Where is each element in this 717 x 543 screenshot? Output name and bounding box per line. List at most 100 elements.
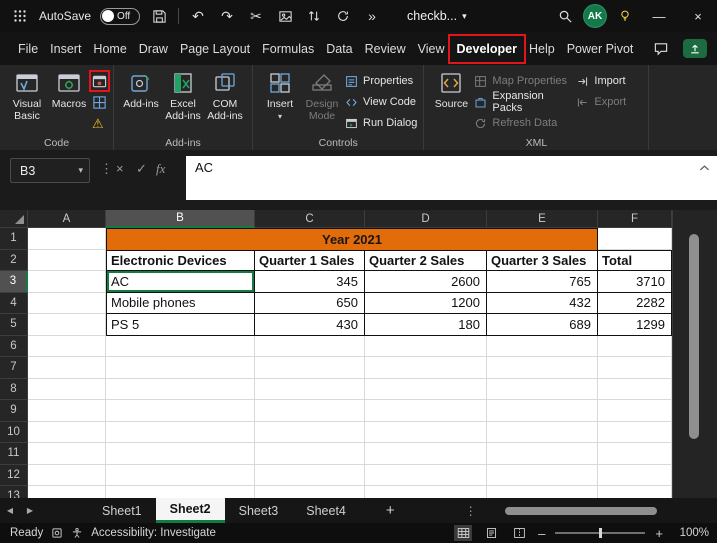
column-header-B[interactable]: B [106,210,255,228]
cell-A10[interactable] [28,422,106,444]
column-header-A[interactable]: A [28,210,106,228]
cell-C7[interactable] [255,357,365,379]
use-relative-references-button[interactable] [92,94,107,110]
cell-B13[interactable] [106,486,255,498]
row-header-1[interactable]: 1 [0,228,28,250]
ribbon-tab-file[interactable]: File [12,37,44,61]
sheet-nav-right-icon[interactable]: ▶ [20,506,40,515]
cell-E8[interactable] [487,379,598,401]
cell-D11[interactable] [365,443,487,465]
row-header-11[interactable]: 11 [0,443,28,465]
row-header-2[interactable]: 2 [0,250,28,272]
import-button[interactable]: Import [576,73,642,89]
horizontal-scrollbar-thumb[interactable] [505,507,657,515]
search-icon[interactable] [555,5,575,27]
map-properties-button[interactable]: Map Properties [474,73,574,89]
sheet-tab-sheet1[interactable]: Sheet1 [88,498,156,523]
cell-D4[interactable]: 1200 [365,293,487,315]
cell-F5[interactable]: 1299 [598,314,672,336]
cell-F8[interactable] [598,379,672,401]
cell-A6[interactable] [28,336,106,358]
addins-group-label[interactable]: Add-ins [114,137,252,149]
macros-button[interactable]: Macros [48,69,90,110]
row-header-13[interactable]: 13 [0,486,28,498]
row-header-8[interactable]: 8 [0,379,28,401]
cell-B4[interactable]: Mobile phones [106,293,255,315]
run-dialog-button[interactable]: Run Dialog [345,115,417,131]
code-group-label[interactable]: Code [0,137,113,149]
cell-F2[interactable]: Total [598,250,672,272]
ribbon-tab-insert[interactable]: Insert [44,37,87,61]
cell-D9[interactable] [365,400,487,422]
column-header-C[interactable]: C [255,210,365,228]
cell-C12[interactable] [255,465,365,487]
cell-F9[interactable] [598,400,672,422]
cell-D12[interactable] [365,465,487,487]
insert-function-icon[interactable]: fx [156,161,165,177]
formula-bar-options-icon[interactable]: ⋮ [100,161,113,177]
row-header-6[interactable]: 6 [0,336,28,358]
controls-group-label[interactable]: Controls [253,137,423,149]
row-header-5[interactable]: 5 [0,314,28,336]
cell-F7[interactable] [598,357,672,379]
collapse-formula-bar-icon[interactable] [699,164,710,172]
xml-group-label[interactable]: XML [424,137,648,149]
cell-A3[interactable] [28,271,106,293]
autosave-toggle[interactable]: Off [100,8,140,25]
cell-D8[interactable] [365,379,487,401]
cell-F11[interactable] [598,443,672,465]
minimize-button[interactable]: — [644,5,674,27]
ribbon-tab-view[interactable]: View [412,37,451,61]
overflow-icon[interactable]: » [362,5,382,27]
cell-D3[interactable]: 2600 [365,271,487,293]
zoom-out-button[interactable]: – [538,526,545,541]
cell-C8[interactable] [255,379,365,401]
cell-B11[interactable] [106,443,255,465]
cell-A5[interactable] [28,314,106,336]
cell-E7[interactable] [487,357,598,379]
row-header-10[interactable]: 10 [0,422,28,444]
cell-A7[interactable] [28,357,106,379]
cell-B2[interactable]: Electronic Devices [106,250,255,272]
row-header-12[interactable]: 12 [0,465,28,487]
column-header-F[interactable]: F [598,210,672,228]
cell-E10[interactable] [487,422,598,444]
redo-icon[interactable]: ↷ [217,5,237,27]
cell-C11[interactable] [255,443,365,465]
cell-E11[interactable] [487,443,598,465]
properties-button[interactable]: Properties [345,73,417,89]
close-button[interactable]: × [683,5,713,27]
cell-E12[interactable] [487,465,598,487]
cell-B3[interactable]: AC [106,271,255,293]
macro-security-button[interactable]: ⚠ [92,115,107,131]
save-icon[interactable] [149,5,169,27]
cell-D13[interactable] [365,486,487,498]
cell-D2[interactable]: Quarter 2 Sales [365,250,487,272]
ribbon-tab-help[interactable]: Help [523,37,561,61]
cell-C3[interactable]: 345 [255,271,365,293]
cell-F12[interactable] [598,465,672,487]
ribbon-tab-draw[interactable]: Draw [133,37,174,61]
cell-E3[interactable]: 765 [487,271,598,293]
cell-D10[interactable] [365,422,487,444]
ribbon-tab-page-layout[interactable]: Page Layout [174,37,256,61]
sheet-tab-sheet3[interactable]: Sheet3 [225,498,293,523]
cell-D6[interactable] [365,336,487,358]
page-break-preview-icon[interactable] [510,525,528,541]
accessibility-status[interactable]: Accessibility: Investigate [91,527,216,539]
visual-basic-button[interactable]: Visual Basic [6,69,48,122]
cell-B12[interactable] [106,465,255,487]
design-mode-button[interactable]: Design Mode [301,69,343,122]
enter-icon[interactable]: ✓ [136,161,147,177]
cell-C9[interactable] [255,400,365,422]
app-launcher-icon[interactable] [10,5,30,27]
row-header-4[interactable]: 4 [0,293,28,315]
cell-E4[interactable]: 432 [487,293,598,315]
zoom-percent[interactable]: 100% [673,527,709,539]
cell-A8[interactable] [28,379,106,401]
cell-A9[interactable] [28,400,106,422]
page-layout-view-icon[interactable] [482,525,500,541]
cell-C4[interactable]: 650 [255,293,365,315]
ribbon-tab-home[interactable]: Home [87,37,132,61]
cell-F4[interactable]: 2282 [598,293,672,315]
